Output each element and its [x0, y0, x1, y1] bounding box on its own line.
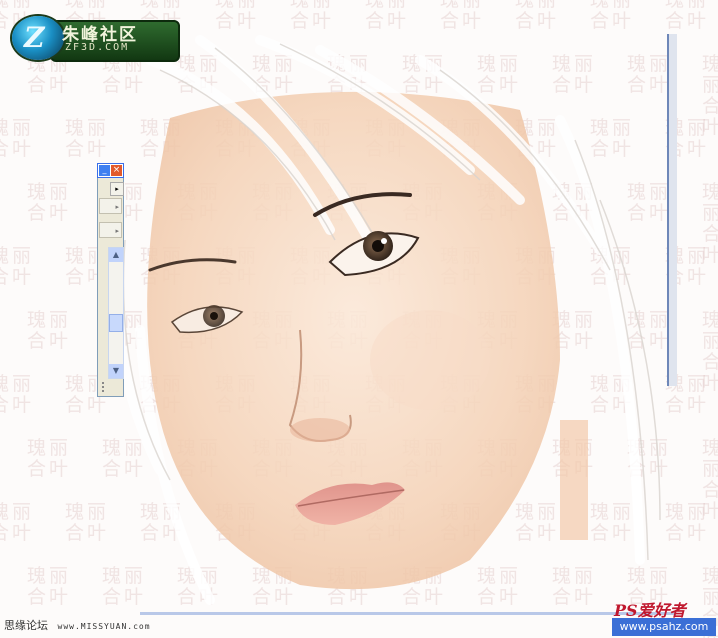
logo-badge-icon: Z	[12, 16, 64, 60]
forum-credit: 思缘论坛 www.MISSYUAN.com	[4, 617, 151, 633]
ps-url-link[interactable]: www.psahz.com	[612, 618, 716, 636]
horizontal-scrollbar[interactable]	[140, 612, 676, 615]
logo-letter: Z	[24, 21, 45, 54]
side-panel-edge[interactable]	[667, 34, 677, 386]
logo-domain: ZF3D.COM	[65, 42, 130, 53]
scroll-up-icon[interactable]: ▲	[109, 248, 123, 262]
scroll-down-icon[interactable]: ▼	[109, 364, 123, 378]
palette-button-2[interactable]: ▸	[99, 222, 122, 238]
forum-name: 思缘论坛	[4, 619, 48, 632]
forum-url: www.MISSYUAN.com	[57, 622, 151, 631]
palette-titlebar[interactable]: _ ×	[97, 163, 124, 178]
painting-canvas: 瑰丽合叶瑰丽合叶瑰丽合叶瑰丽合叶瑰丽合叶瑰丽合叶瑰丽合叶瑰丽合叶瑰丽合叶瑰丽合叶…	[0, 0, 718, 638]
palette-menu-arrow-icon[interactable]: ▸	[110, 182, 124, 196]
tool-palette-window[interactable]: _ × ▸ ▸ ▸ ▲ ▼	[97, 163, 124, 397]
palette-button-1[interactable]: ▸	[99, 198, 122, 214]
scroll-thumb[interactable]	[109, 314, 123, 332]
close-button[interactable]: ×	[110, 164, 123, 177]
palette-scrollbar[interactable]: ▲ ▼	[108, 247, 124, 379]
site-logo[interactable]: Z 朱峰社区 ZF3D.COM	[12, 14, 180, 62]
resize-grip[interactable]	[102, 382, 122, 392]
